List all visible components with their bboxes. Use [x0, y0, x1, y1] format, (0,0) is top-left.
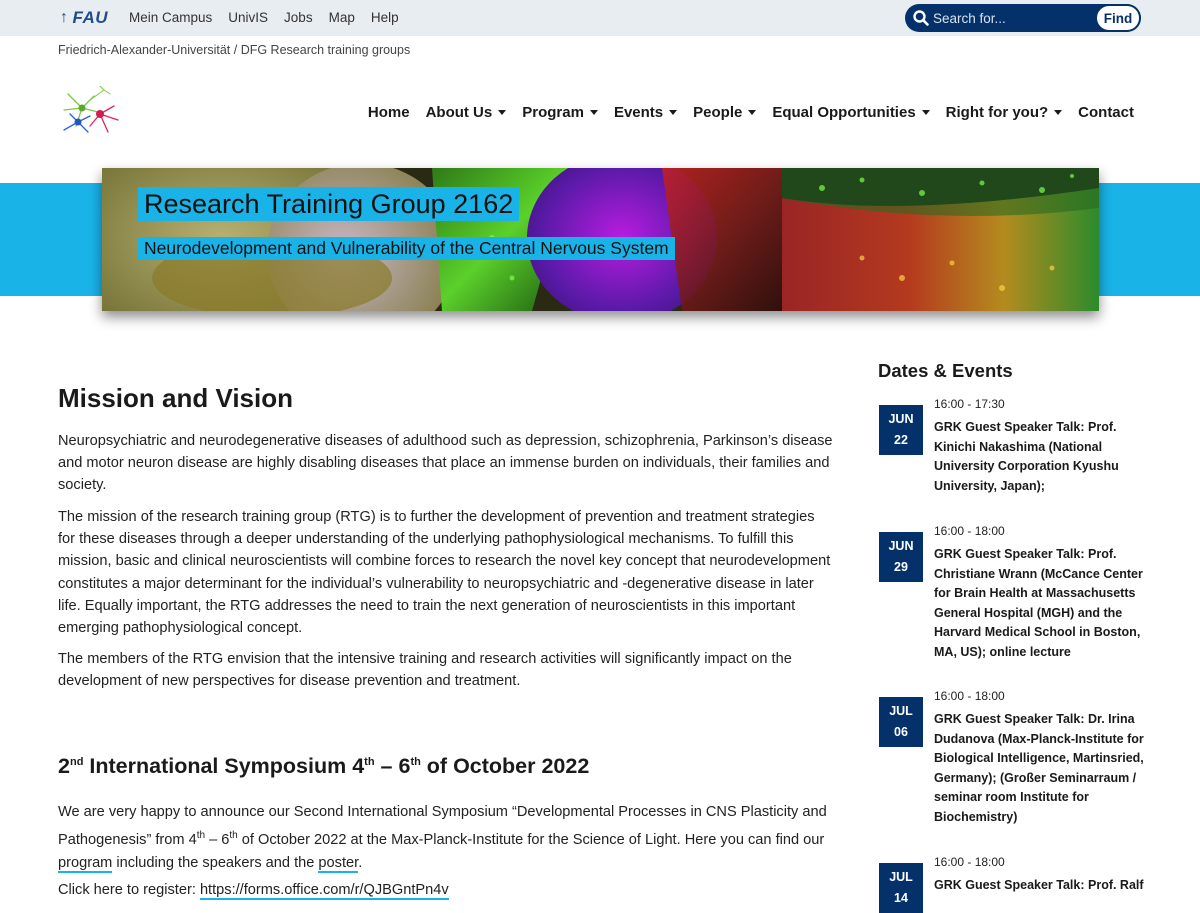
register-link[interactable]: https://forms.office.com/r/QJBGntPn4v: [199, 882, 449, 900]
symposium-text: including the speakers and the: [112, 854, 319, 871]
event-time: 16:00 - 18:00: [934, 524, 1005, 538]
nav-contact[interactable]: Contact: [1078, 104, 1134, 121]
fau-logo-text: FAU: [72, 8, 108, 27]
symposium-sup: th: [229, 830, 238, 841]
event-title-link[interactable]: GRK Guest Speaker Talk: Dr. Irina Dudano…: [934, 710, 1146, 827]
nav-home[interactable]: Home: [368, 104, 410, 121]
nav-right-for-you[interactable]: Right for you?: [945, 104, 1063, 121]
event-month: JUN: [888, 412, 914, 426]
hero-subtitle: Neurodevelopment and Vulnerability of th…: [138, 237, 675, 260]
register-line: Click here to register: https://forms.of…: [58, 879, 833, 901]
nav-people[interactable]: People: [693, 104, 757, 121]
symposium-text: – 6: [205, 831, 230, 848]
search-input[interactable]: [933, 8, 1083, 28]
symposium-paragraph: We are very happy to announce our Second…: [58, 801, 838, 875]
caret-down-icon: [921, 110, 930, 115]
fau-logo[interactable]: ↑ FAU: [60, 8, 108, 28]
symposium-text: of October 2022 at the Max-Planck-Instit…: [237, 831, 825, 848]
nav-program[interactable]: Program: [522, 104, 598, 121]
caret-down-icon: [589, 110, 598, 115]
nav-contact-label: Contact: [1078, 104, 1134, 121]
event-time: 16:00 - 17:30: [934, 397, 1005, 411]
meta-link-help[interactable]: Help: [371, 10, 399, 25]
meta-link-jobs[interactable]: Jobs: [284, 10, 313, 25]
search-icon: [913, 10, 929, 26]
meta-links: Mein Campus UnivIS Jobs Map Help: [129, 10, 399, 25]
event-time: 16:00 - 18:00: [934, 855, 1005, 869]
find-button[interactable]: Find: [1095, 4, 1141, 32]
nav-right-for-you-label: Right for you?: [945, 104, 1049, 121]
nav-program-label: Program: [522, 104, 584, 121]
search-box: Find: [905, 4, 1141, 32]
nav-people-label: People: [693, 104, 743, 121]
hero-title: Research Training Group 2162: [138, 187, 520, 221]
symposium-heading-part: of October 2022: [420, 754, 590, 778]
event-title-link[interactable]: GRK Guest Speaker Talk: Prof. Christiane…: [934, 545, 1146, 662]
mission-heading: Mission and Vision: [58, 383, 294, 413]
main-content: Mission and Vision Neuropsychiatric and …: [58, 380, 833, 900]
symposium-text: .: [358, 854, 363, 871]
up-arrow-icon: ↑: [60, 9, 69, 26]
nav-equal-opportunities[interactable]: Equal Opportunities: [772, 104, 930, 121]
symposium-heading-sup: th: [410, 755, 421, 768]
poster-link[interactable]: poster: [318, 854, 359, 873]
symposium-heading-sup: nd: [69, 755, 84, 768]
meta-bar: ↑ FAU Mein Campus UnivIS Jobs Map Help F…: [0, 0, 1200, 36]
symposium-heading-sup: th: [364, 755, 375, 768]
event-date-badge: JUL 14: [879, 863, 923, 913]
meta-link-mein-campus[interactable]: Mein Campus: [129, 10, 212, 25]
symposium-sup: th: [196, 830, 206, 841]
mission-paragraph-3: The members of the RTG envision that the…: [58, 651, 792, 690]
symposium-heading-part: International Symposium 4: [83, 754, 365, 778]
meta-link-map[interactable]: Map: [329, 10, 355, 25]
nav-equal-opportunities-label: Equal Opportunities: [772, 104, 916, 121]
symposium-heading-part: – 6: [374, 754, 411, 778]
nav-events-label: Events: [613, 104, 664, 121]
nav-events[interactable]: Events: [613, 104, 678, 121]
event-time: 16:00 - 18:00: [934, 689, 1005, 703]
event-date-badge: JUL 06: [879, 697, 923, 747]
mission-paragraph-2: The mission of the research training gro…: [58, 509, 831, 637]
caret-down-icon: [498, 110, 507, 115]
events-sidebar: Dates & Events JUN 22 16:00 - 17:30 GRK …: [878, 360, 1148, 913]
meta-link-univis[interactable]: UnivIS: [228, 10, 268, 25]
event-date-badge: JUN 22: [879, 405, 923, 455]
event-day: 22: [894, 433, 908, 447]
nav-about-us-label: About Us: [425, 104, 493, 121]
event-title-link[interactable]: GRK Guest Speaker Talk: Prof. Kinichi Na…: [934, 418, 1146, 496]
breadcrumb: Friedrich-Alexander-Universität / DFG Re…: [58, 43, 411, 57]
event-date-badge: JUN 29: [879, 532, 923, 582]
event-title-link[interactable]: GRK Guest Speaker Talk: Prof. Ralf: [934, 876, 1146, 896]
register-label: Click here to register:: [58, 882, 200, 898]
symposium-heading: 2nd International Symposium 4th – 6th of…: [58, 754, 589, 779]
caret-down-icon: [669, 110, 678, 115]
event-day: 29: [894, 560, 908, 574]
event-day: 06: [894, 725, 908, 739]
caret-down-icon: [748, 110, 757, 115]
main-nav: Home About Us Program Events People Equa…: [352, 104, 1134, 121]
nav-home-label: Home: [367, 104, 410, 121]
caret-down-icon: [1054, 110, 1063, 115]
rtg-neuron-logo[interactable]: [60, 86, 122, 136]
events-heading: Dates & Events: [878, 360, 1013, 381]
event-day: 14: [894, 891, 908, 905]
event-month: JUL: [889, 870, 913, 884]
hero-banner: Research Training Group 2162 Neurodevelo…: [102, 168, 1099, 311]
mission-paragraph-1: Neuropsychiatric and neurodegenerative d…: [58, 433, 833, 494]
event-month: JUL: [889, 704, 913, 718]
program-link[interactable]: program: [58, 854, 113, 873]
nav-about-us[interactable]: About Us: [426, 104, 507, 121]
event-month: JUN: [888, 539, 914, 553]
symposium-heading-part: 2: [58, 754, 70, 778]
